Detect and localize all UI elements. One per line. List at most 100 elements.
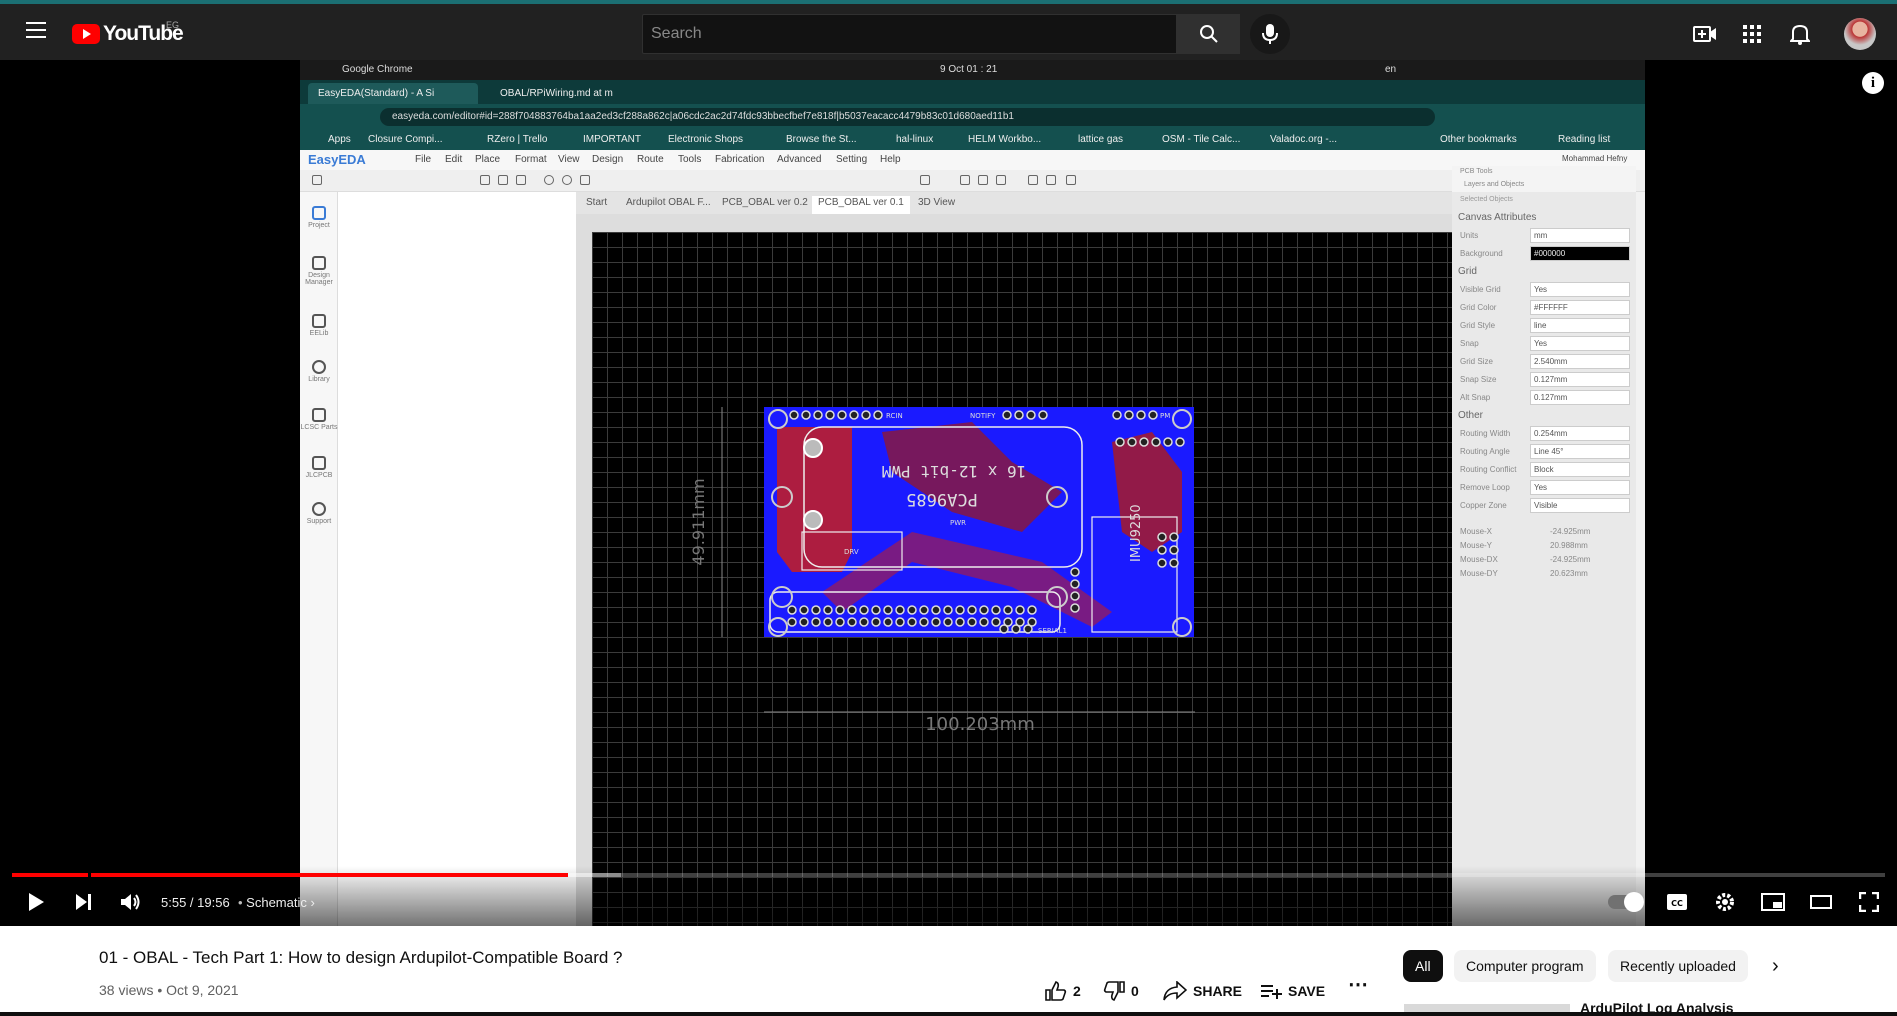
nav-lcsc-parts[interactable]: LCSC Parts [300,404,338,454]
bookmark-item[interactable]: Browse the St... [786,134,857,145]
next-video-title[interactable]: ArduPilot Log Analysis [1580,1000,1734,1016]
share-button[interactable]: SHARE [1163,979,1242,1003]
menu-file[interactable]: File [415,154,431,165]
toolbar-tool-icon[interactable] [312,175,322,185]
toolbar-tool-icon[interactable] [480,175,490,185]
nav-eelib[interactable]: EELib [300,310,338,360]
section-canvas-attributes[interactable]: Canvas Attributes [1458,212,1536,223]
toolbar-tool-icon[interactable] [498,175,508,185]
menu-setting[interactable]: Setting [836,154,867,165]
menu-fabrication[interactable]: Fabrication [715,154,764,165]
more-actions-button[interactable]: ⋯ [1348,972,1368,996]
voice-search-button[interactable] [1250,14,1290,54]
prop-value[interactable]: 0.127mm [1530,390,1630,405]
guide-menu-icon[interactable] [26,22,46,38]
bookmark-item[interactable]: Apps [328,134,351,145]
play-button[interactable] [24,890,48,914]
section-other[interactable]: Other [1458,410,1483,421]
menu-design[interactable]: Design [592,154,623,165]
chip-all[interactable]: All [1403,950,1443,982]
volume-button[interactable] [118,890,144,914]
chapter-title[interactable]: • Schematic › [238,895,315,910]
menu-format[interactable]: Format [515,154,547,165]
bookmark-item[interactable]: Other bookmarks [1440,134,1517,145]
toolbar-tool-icon[interactable] [960,175,970,185]
bookmark-item[interactable]: IMPORTANT [583,134,641,145]
theater-mode-button[interactable] [1808,890,1834,914]
bookmark-item[interactable]: OSM - Tile Calc... [1162,134,1240,145]
prop-value[interactable]: Line 45° [1530,444,1630,459]
doc-tab-schematic[interactable]: Ardupilot OBAL F... [620,196,717,214]
fullscreen-button[interactable] [1856,890,1882,914]
bookmark-item[interactable]: lattice gas [1078,134,1123,145]
info-icon[interactable]: i [1862,72,1884,94]
doc-tab-pcb-v02[interactable]: PCB_OBAL ver 0.2 [716,196,814,214]
user-name[interactable]: Mohammad Hefny [1562,154,1627,163]
bookmark-item[interactable]: Electronic Shops [668,134,743,145]
prop-value[interactable]: 2.540mm [1530,354,1630,369]
bookmark-item[interactable]: Reading list [1558,134,1610,145]
prop-value[interactable]: 0.254mm [1530,426,1630,441]
like-button[interactable]: 2 [1045,979,1081,1003]
bookmark-item[interactable]: Valadoc.org -... [1270,134,1337,145]
progress-bar[interactable] [12,873,1885,877]
toolbar-tool-icon[interactable] [516,175,526,185]
bookmark-item[interactable]: hal-linux [896,134,933,145]
doc-tab-pcb-v01[interactable]: PCB_OBAL ver 0.1 [812,196,910,214]
menu-tools[interactable]: Tools [678,154,701,165]
autoplay-toggle[interactable] [1608,892,1644,912]
url-bar[interactable]: easyeda.com/editor#id=288f704883764ba1aa… [380,108,1435,126]
doc-tab-start[interactable]: Start [580,196,613,214]
pcb-tools-label[interactable]: PCB Tools [1460,168,1493,175]
settings-button[interactable] [1712,890,1738,914]
next-button[interactable] [72,890,96,914]
chevron-right-icon[interactable]: › [1772,954,1779,978]
menu-edit[interactable]: Edit [445,154,462,165]
video-player[interactable]: Google Chrome 9 Oct 01 : 21 en EasyEDA(S… [0,60,1897,926]
zoom-out-icon[interactable] [562,175,572,185]
fit-icon[interactable] [580,175,590,185]
prop-value[interactable]: Yes [1530,282,1630,297]
search-button[interactable] [1177,14,1240,54]
prop-value[interactable]: #000000 [1530,246,1630,261]
miniplayer-button[interactable] [1760,890,1786,914]
account-avatar[interactable] [1844,18,1876,50]
prop-value[interactable]: line [1530,318,1630,333]
prop-value[interactable]: 0.127mm [1530,372,1630,387]
chip-computer-program[interactable]: Computer program [1454,950,1596,982]
browser-tab-github[interactable]: OBAL/RPiWiring.md at m [490,83,655,104]
bookmark-item[interactable]: HELM Workbo... [968,134,1041,145]
pcb-canvas[interactable]: 16 x 12-bit PWM PCA9685 IMU9250 RCIN NOT… [592,232,1452,926]
nav-library[interactable]: Library [300,356,338,406]
zoom-in-icon[interactable] [544,175,554,185]
prop-value[interactable]: mm [1530,228,1630,243]
nav-design-manager[interactable]: Design Manager [300,252,338,302]
menu-advanced[interactable]: Advanced [777,154,821,165]
toolbar-tool-icon[interactable] [978,175,988,185]
notifications-bell-icon[interactable] [1788,22,1812,46]
prop-value[interactable]: Block [1530,462,1630,477]
captions-button[interactable]: CC [1664,890,1690,914]
nav-jlcpcb[interactable]: JLCPCB [300,452,338,502]
nav-project[interactable]: Project [300,202,338,252]
menu-place[interactable]: Place [475,154,500,165]
next-video-thumbnail[interactable] [1404,1004,1570,1012]
toolbar-tool-icon[interactable] [1028,175,1038,185]
browser-tab-easyeda[interactable]: EasyEDA(Standard) - A Si [308,83,478,104]
toolbar-tool-icon[interactable] [920,175,930,185]
section-grid[interactable]: Grid [1458,266,1477,277]
toolbar-tool-icon[interactable] [996,175,1006,185]
dislike-button[interactable]: 0 [1103,979,1139,1003]
menu-route[interactable]: Route [637,154,664,165]
menu-help[interactable]: Help [880,154,901,165]
toolbar-tool-icon[interactable] [1046,175,1056,185]
prop-value[interactable]: Yes [1530,480,1630,495]
layers-label[interactable]: Layers and Objects [1464,181,1524,188]
prop-value[interactable]: #FFFFFF [1530,300,1630,315]
prop-value[interactable]: Visible [1530,498,1630,513]
nav-support[interactable]: Support [300,498,338,548]
create-video-icon[interactable] [1693,22,1717,46]
doc-tab-3d-view[interactable]: 3D View [912,196,961,214]
bookmark-item[interactable]: RZero | Trello [487,134,547,145]
apps-grid-icon[interactable] [1740,22,1764,46]
